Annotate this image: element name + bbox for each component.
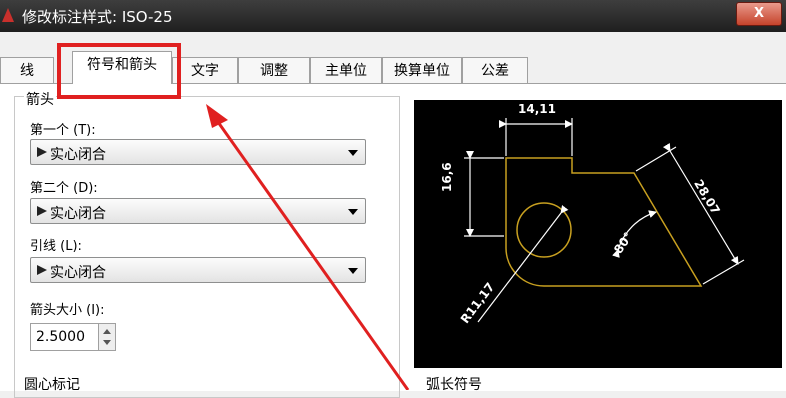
window-title: 修改标注样式: ISO-25 — [22, 8, 173, 26]
arrow-size-spinner[interactable]: 2.5000 — [30, 323, 116, 351]
leader-value: 实心闭合 — [50, 265, 106, 281]
preview-panel: 14,11 16,6 28,07 80° R11,17 — [414, 100, 782, 368]
app-icon — [2, 8, 14, 22]
chevron-down-icon[interactable] — [348, 150, 358, 156]
dimension-top-label: 14,11 — [518, 102, 556, 116]
first-arrow-value: 实心闭合 — [50, 147, 106, 163]
spin-up-icon[interactable] — [103, 329, 111, 334]
tab-lines[interactable]: 线 — [0, 57, 54, 83]
arrowheads-group-title: 箭头 — [24, 89, 56, 109]
first-arrow-label: 第一个 (T): — [30, 123, 96, 138]
tab-alternate-units[interactable]: 换算单位 — [382, 57, 462, 83]
spin-down-icon[interactable] — [103, 340, 111, 345]
second-arrow-value: 实心闭合 — [50, 206, 106, 222]
spinner-buttons — [98, 324, 115, 350]
center-marks-title: 圆心标记 — [24, 377, 80, 393]
arrow-size-value: 2.5000 — [36, 329, 85, 345]
arc-length-title: 弧长符号 — [426, 377, 482, 393]
second-arrow-select[interactable]: 实心闭合 — [30, 198, 366, 224]
closed-filled-arrow-icon — [37, 147, 47, 157]
tab-bar: 线 符号和箭头 文字 调整 主单位 换算单位 公差 — [0, 50, 786, 84]
chevron-down-icon[interactable] — [348, 209, 358, 215]
leader-select[interactable]: 实心闭合 — [30, 257, 366, 283]
closed-filled-arrow-icon — [37, 265, 47, 275]
preview-drawing — [464, 118, 745, 323]
arrow-size-label: 箭头大小 (I): — [30, 303, 105, 318]
tab-primary-units[interactable]: 主单位 — [310, 57, 382, 83]
dimension-left-label: 16,6 — [440, 162, 454, 192]
tab-tolerances[interactable]: 公差 — [462, 57, 528, 83]
tab-symbols-arrows[interactable]: 符号和箭头 — [72, 51, 172, 84]
chevron-down-icon[interactable] — [348, 268, 358, 274]
tab-fit[interactable]: 调整 — [238, 57, 310, 83]
first-arrow-select[interactable]: 实心闭合 — [30, 139, 366, 165]
part-outline — [505, 157, 703, 287]
close-button[interactable]: X — [736, 2, 782, 26]
leader-label: 引线 (L): — [30, 239, 82, 254]
title-bar: 修改标注样式: ISO-25 X — [0, 0, 786, 32]
second-arrow-label: 第二个 (D): — [30, 181, 98, 196]
closed-filled-arrow-icon — [37, 206, 47, 216]
tab-text[interactable]: 文字 — [172, 57, 238, 83]
